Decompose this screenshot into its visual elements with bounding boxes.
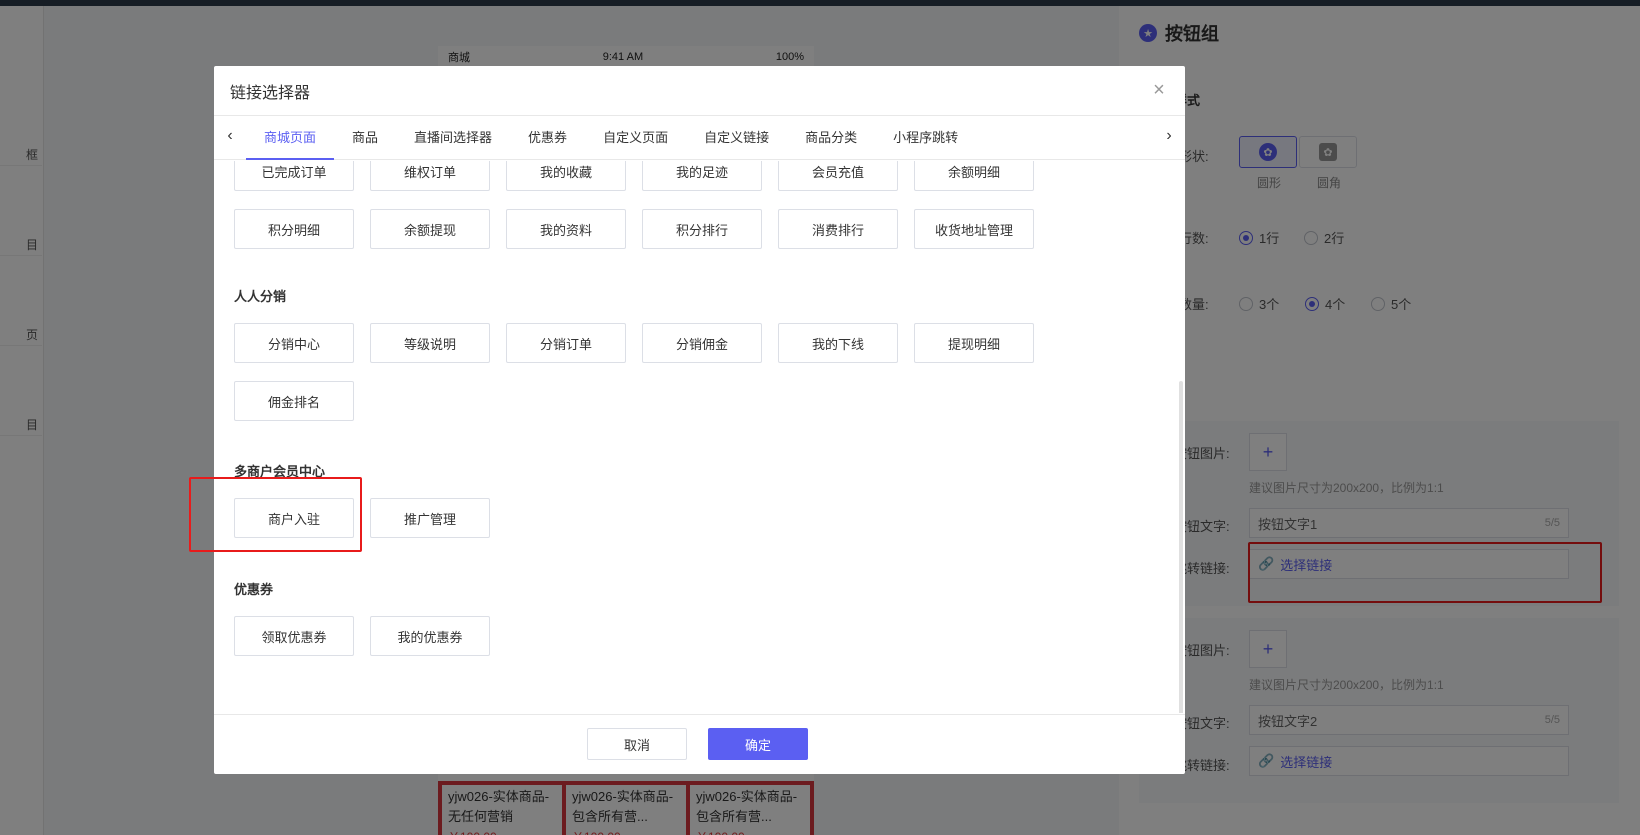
dialog-header: 链接选择器 ×	[214, 66, 1185, 116]
tab-bar: ‹ 商城页面 商品 直播间选择器 优惠券 自定义页面 自定义链接 商品分类 小程序跳转 ›	[214, 116, 1185, 160]
tab-4[interactable]: 自定义页面	[585, 116, 686, 160]
link-option-button[interactable]: 分销佣金	[642, 323, 762, 363]
link-option-button[interactable]: 余额明细	[914, 161, 1034, 191]
link-option-button[interactable]: 领取优惠券	[234, 616, 354, 656]
link-option-button[interactable]: 分销中心	[234, 323, 354, 363]
link-option-button[interactable]: 积分明细	[234, 209, 354, 249]
scrollbar[interactable]	[1179, 381, 1183, 713]
tab-3[interactable]: 优惠券	[510, 116, 585, 160]
dialog-title: 链接选择器	[230, 84, 311, 102]
dialog-footer: 取消 确定	[214, 714, 1185, 774]
link-option-button[interactable]: 提现明细	[914, 323, 1034, 363]
tab-5[interactable]: 自定义链接	[686, 116, 787, 160]
link-option-button[interactable]: 已完成订单	[234, 161, 354, 191]
link-option-button[interactable]: 等级说明	[370, 323, 490, 363]
highlight-box	[189, 477, 362, 552]
link-option-button[interactable]: 收货地址管理	[914, 209, 1034, 249]
tab-7[interactable]: 小程序跳转	[875, 116, 976, 160]
link-option-button[interactable]: 会员充值	[778, 161, 898, 191]
link-option-button[interactable]: 我的资料	[506, 209, 626, 249]
link-option-button[interactable]: 维权订单	[370, 161, 490, 191]
link-option-button[interactable]: 余额提现	[370, 209, 490, 249]
tab-1[interactable]: 商品	[334, 116, 396, 160]
confirm-button[interactable]: 确定	[708, 728, 808, 760]
tabs: 商城页面 商品 直播间选择器 优惠券 自定义页面 自定义链接 商品分类 小程序跳转	[246, 116, 976, 160]
link-option-button[interactable]: 我的足迹	[642, 161, 762, 191]
tab-0[interactable]: 商城页面	[246, 116, 335, 160]
tab-6[interactable]: 商品分类	[787, 116, 875, 160]
link-option-button[interactable]: 消费排行	[778, 209, 898, 249]
link-selector-dialog: 链接选择器 × ‹ 商城页面 商品 直播间选择器 优惠券 自定义页面 自定义链接 商品分类小…	[214, 66, 1185, 774]
tab-2[interactable]: 直播间选择器	[396, 116, 510, 160]
cancel-button[interactable]: 取消	[587, 728, 687, 760]
link-option-button[interactable]: 积分排行	[642, 209, 762, 249]
chevron-right-icon[interactable]: ›	[1159, 126, 1179, 146]
link-option-button[interactable]: 推广管理	[370, 498, 490, 538]
chevron-left-icon[interactable]: ‹	[220, 126, 240, 146]
close-icon[interactable]: ×	[1149, 80, 1169, 100]
link-option-button[interactable]: 我的收藏	[506, 161, 626, 191]
link-option-button[interactable]: 分销订单	[506, 323, 626, 363]
group-title: 优惠券	[234, 582, 274, 597]
group-title: 人人分销	[234, 289, 287, 304]
link-option-button[interactable]: 我的下线	[778, 323, 898, 363]
link-options: 已完成订单 维权订单 我的收藏 我的足迹 会员充值 余额明细积分明细 余额提现 我的资料 积分排…	[214, 161, 1185, 713]
link-option-button[interactable]: 我的优惠券	[370, 616, 490, 656]
link-option-button[interactable]: 佣金排名	[234, 381, 354, 421]
